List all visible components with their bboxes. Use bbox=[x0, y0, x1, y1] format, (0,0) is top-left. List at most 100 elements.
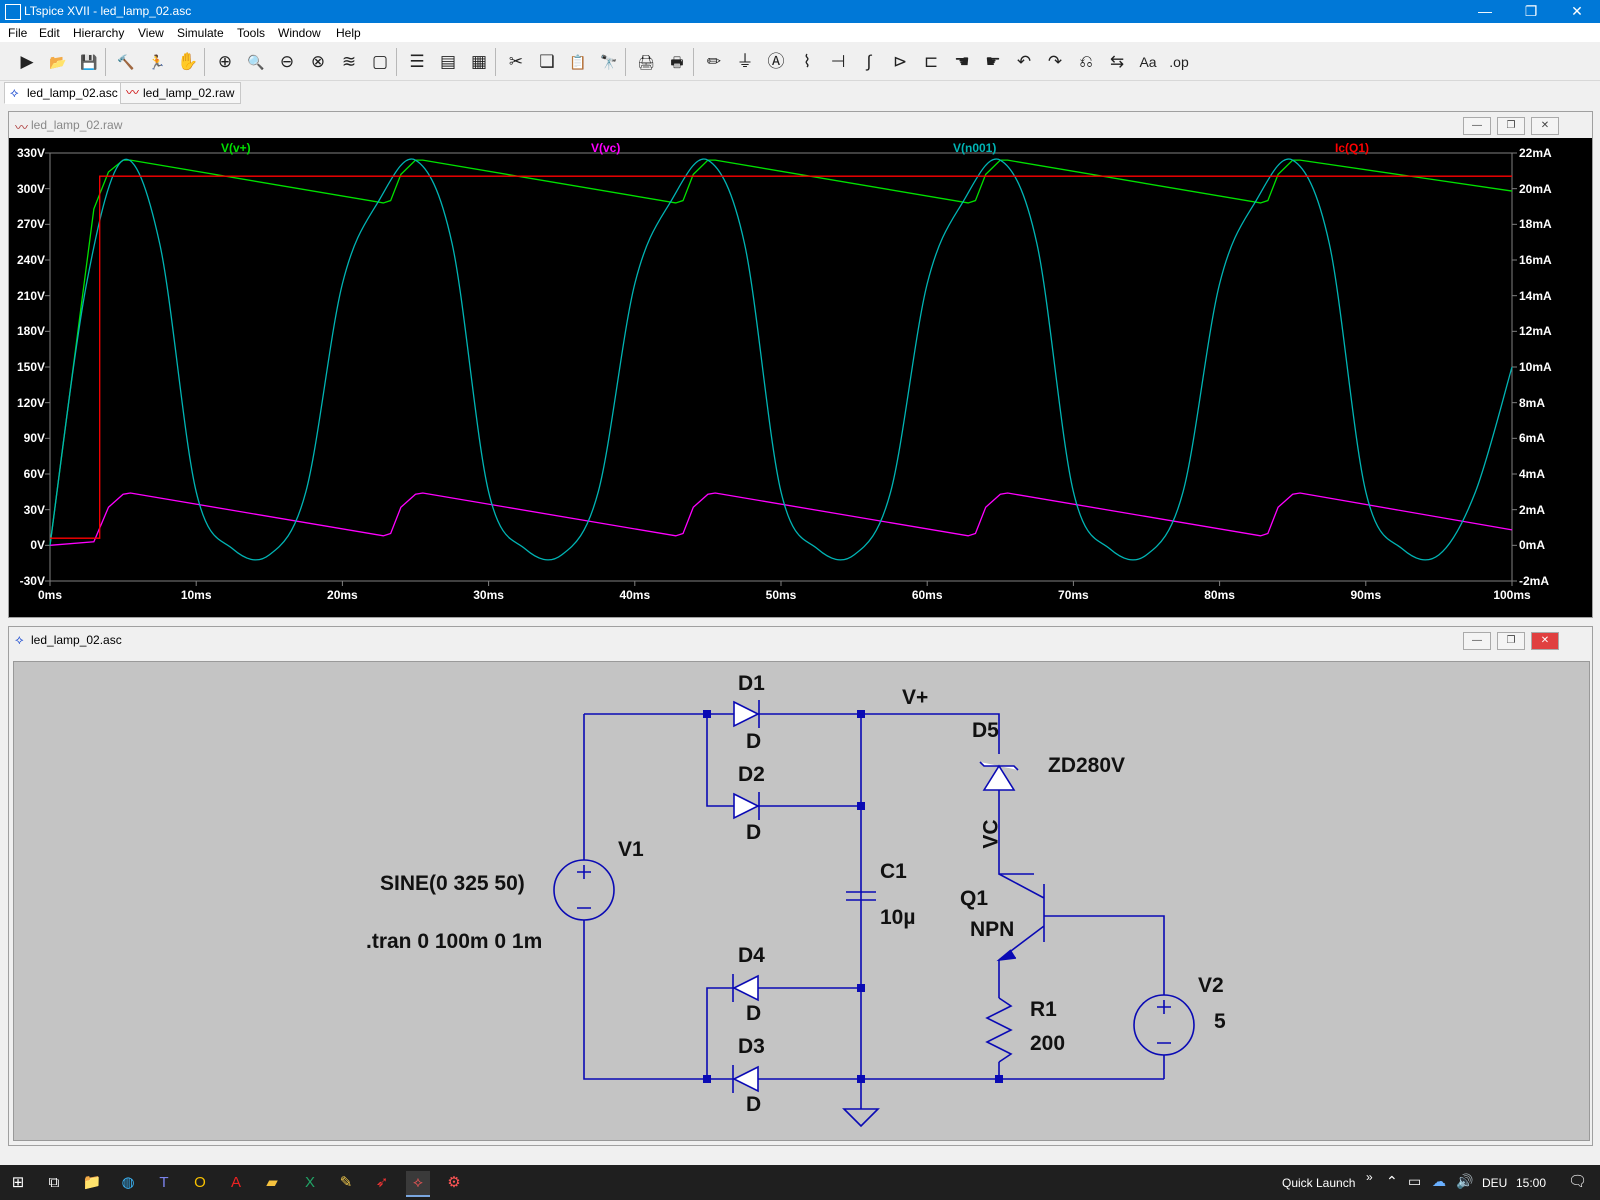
label-v1[interactable]: V1 bbox=[618, 838, 644, 862]
teams-icon[interactable]: T bbox=[152, 1171, 176, 1195]
menu-view[interactable]: View bbox=[138, 26, 164, 40]
tray-chevron-up-icon[interactable]: ⌃ bbox=[1386, 1173, 1398, 1190]
windows-start-icon[interactable]: ⊞ bbox=[6, 1171, 30, 1195]
label-d5[interactable]: D5 bbox=[972, 719, 999, 743]
paste-tool-icon[interactable]: 📋 bbox=[565, 50, 591, 74]
circuit-diagram[interactable] bbox=[14, 662, 1589, 1140]
copy-tool-icon[interactable]: ❏ bbox=[534, 50, 560, 74]
label-net-tool-icon[interactable]: Ⓐ bbox=[763, 50, 789, 74]
waveform-minimize-button[interactable]: — bbox=[1463, 117, 1491, 135]
move-tool-icon[interactable]: ☚ bbox=[949, 50, 975, 74]
label-d2-model[interactable]: D bbox=[746, 821, 761, 845]
plot-pane[interactable]: V(v+) V(vc) V(n001) Ic(Q1) 330V 300V 270V 2… bbox=[9, 138, 1592, 617]
menu-simulate[interactable]: Simulate bbox=[177, 26, 224, 40]
waveform-plot[interactable] bbox=[9, 138, 1592, 617]
component-tool-icon[interactable]: ⊏ bbox=[918, 50, 944, 74]
series-line-icq1[interactable] bbox=[50, 175, 1512, 539]
menu-tools[interactable]: Tools bbox=[237, 26, 265, 40]
run-tool-icon[interactable]: ▶ bbox=[14, 50, 40, 74]
print-tool-icon[interactable]: 🖶 bbox=[664, 50, 690, 74]
ltspice-taskbar-icon[interactable]: ⟡ bbox=[406, 1171, 430, 1197]
file-explorer-icon[interactable]: 📁 bbox=[80, 1171, 104, 1195]
label-r1-value[interactable]: 200 bbox=[1030, 1032, 1065, 1056]
ground-tool-icon[interactable]: ⏚ bbox=[732, 50, 758, 74]
inductor-tool-icon[interactable]: ∫ bbox=[856, 50, 882, 74]
mirror-tool-icon[interactable]: ⇆ bbox=[1104, 50, 1130, 74]
notification-icon[interactable]: 🗨 bbox=[1568, 1172, 1587, 1190]
trace-label-vc[interactable]: V(vc) bbox=[591, 141, 620, 155]
tile-v-tool-icon[interactable]: ▤ bbox=[435, 50, 461, 74]
label-d5-model[interactable]: ZD280V bbox=[1048, 754, 1125, 778]
save-tool-icon[interactable]: 💾 bbox=[76, 50, 102, 74]
menu-edit[interactable]: Edit bbox=[39, 26, 60, 40]
label-vc[interactable]: VC bbox=[980, 819, 1004, 848]
label-v2[interactable]: V2 bbox=[1198, 974, 1224, 998]
label-v1-value[interactable]: SINE(0 325 50) bbox=[380, 872, 525, 896]
trace-label-vn001[interactable]: V(n001) bbox=[953, 141, 996, 155]
run-pause-tool-icon[interactable]: 🏃 bbox=[144, 50, 170, 74]
label-r1[interactable]: R1 bbox=[1030, 998, 1057, 1022]
find-tool-icon[interactable]: 🔭 bbox=[596, 50, 622, 74]
drag-tool-icon[interactable]: ☛ bbox=[980, 50, 1006, 74]
zoom-in-tool-icon[interactable]: ⊕ bbox=[212, 50, 238, 74]
autorange-tool-icon[interactable]: ≋ bbox=[336, 50, 362, 74]
label-d4-model[interactable]: D bbox=[746, 1002, 761, 1026]
draw-wire-tool-icon[interactable]: ✏ bbox=[701, 50, 727, 74]
maximize-button[interactable]: ❐ bbox=[1508, 0, 1554, 23]
undo-tool-icon[interactable]: ↶ bbox=[1011, 50, 1037, 74]
halt-tool-icon[interactable]: ✋ bbox=[175, 50, 201, 74]
series-line-vn001[interactable] bbox=[49, 158, 1513, 561]
schematic-canvas[interactable]: D1 D D2 D D4 D D3 D V+ D5 ZD280V VC V1 S… bbox=[13, 661, 1590, 1141]
menu-file[interactable]: File bbox=[8, 26, 27, 40]
trace-label-vplus[interactable]: V(v+) bbox=[221, 141, 251, 155]
quick-launch-chevron[interactable]: » bbox=[1366, 1170, 1373, 1184]
label-d2[interactable]: D2 bbox=[738, 763, 765, 787]
label-q1[interactable]: Q1 bbox=[960, 887, 988, 911]
schematic-restore-button[interactable]: ❐ bbox=[1497, 632, 1525, 650]
tab-waveform[interactable]: 〰 led_lamp_02.raw bbox=[120, 82, 242, 104]
clock[interactable]: 15:00 bbox=[1516, 1176, 1546, 1190]
label-d1[interactable]: D1 bbox=[738, 672, 765, 696]
minimize-button[interactable]: — bbox=[1462, 0, 1508, 23]
menu-window[interactable]: Window bbox=[278, 26, 321, 40]
quick-launch-label[interactable]: Quick Launch bbox=[1282, 1176, 1355, 1190]
task-view-icon[interactable]: ⧉ bbox=[42, 1171, 66, 1195]
outlook-icon[interactable]: O bbox=[188, 1171, 212, 1195]
control-panel-tool-icon[interactable]: 🔨 bbox=[113, 50, 139, 74]
label-v2-value[interactable]: 5 bbox=[1214, 1010, 1226, 1034]
zoom-fit-tool-icon[interactable]: ⊗ bbox=[305, 50, 331, 74]
label-q1-model[interactable]: NPN bbox=[970, 918, 1014, 942]
cascade-tool-icon[interactable]: ▦ bbox=[466, 50, 492, 74]
menu-hierarchy[interactable]: Hierarchy bbox=[73, 26, 124, 40]
pen-tool-icon[interactable]: ✎ bbox=[334, 1171, 358, 1195]
folder-icon[interactable]: ▰ bbox=[260, 1171, 284, 1195]
series-line-vv[interactable] bbox=[49, 159, 1513, 546]
tab-schematic[interactable]: ⟡ led_lamp_02.asc bbox=[4, 82, 125, 104]
spice-directive-tool-icon[interactable]: .op bbox=[1166, 50, 1192, 74]
edge-icon[interactable]: ◍ bbox=[116, 1171, 140, 1195]
series-line-vvc[interactable] bbox=[49, 492, 1513, 546]
open-tool-icon[interactable]: 📂 bbox=[45, 50, 71, 74]
excel-icon[interactable]: X bbox=[298, 1171, 322, 1195]
label-vplus[interactable]: V+ bbox=[902, 686, 928, 710]
label-d4[interactable]: D4 bbox=[738, 944, 765, 968]
language-indicator[interactable]: DEU bbox=[1482, 1176, 1507, 1190]
label-d3[interactable]: D3 bbox=[738, 1035, 765, 1059]
close-button[interactable]: ✕ bbox=[1554, 0, 1600, 23]
pan-tool-icon[interactable]: 🔍 bbox=[243, 50, 269, 74]
capacitor-tool-icon[interactable]: ⊣ bbox=[825, 50, 851, 74]
label-c1-value[interactable]: 10µ bbox=[880, 906, 915, 930]
menu-help[interactable]: Help bbox=[336, 26, 361, 40]
cut-tool-icon[interactable]: ✂ bbox=[503, 50, 529, 74]
rocket-icon[interactable]: ➶ bbox=[370, 1171, 394, 1195]
tile-h-tool-icon[interactable]: ☰ bbox=[404, 50, 430, 74]
delete-plot-tool-icon[interactable]: ▢ bbox=[367, 50, 393, 74]
tran-directive[interactable]: .tran 0 100m 0 1m bbox=[366, 930, 542, 954]
network-icon[interactable]: ▭ bbox=[1408, 1173, 1421, 1190]
label-d3-model[interactable]: D bbox=[746, 1093, 761, 1117]
schematic-minimize-button[interactable]: — bbox=[1463, 632, 1491, 650]
redo-tool-icon[interactable]: ↷ bbox=[1042, 50, 1068, 74]
waveform-close-button[interactable]: ✕ bbox=[1531, 117, 1559, 135]
resistor-tool-icon[interactable]: ⌇ bbox=[794, 50, 820, 74]
zoom-out-tool-icon[interactable]: ⊖ bbox=[274, 50, 300, 74]
